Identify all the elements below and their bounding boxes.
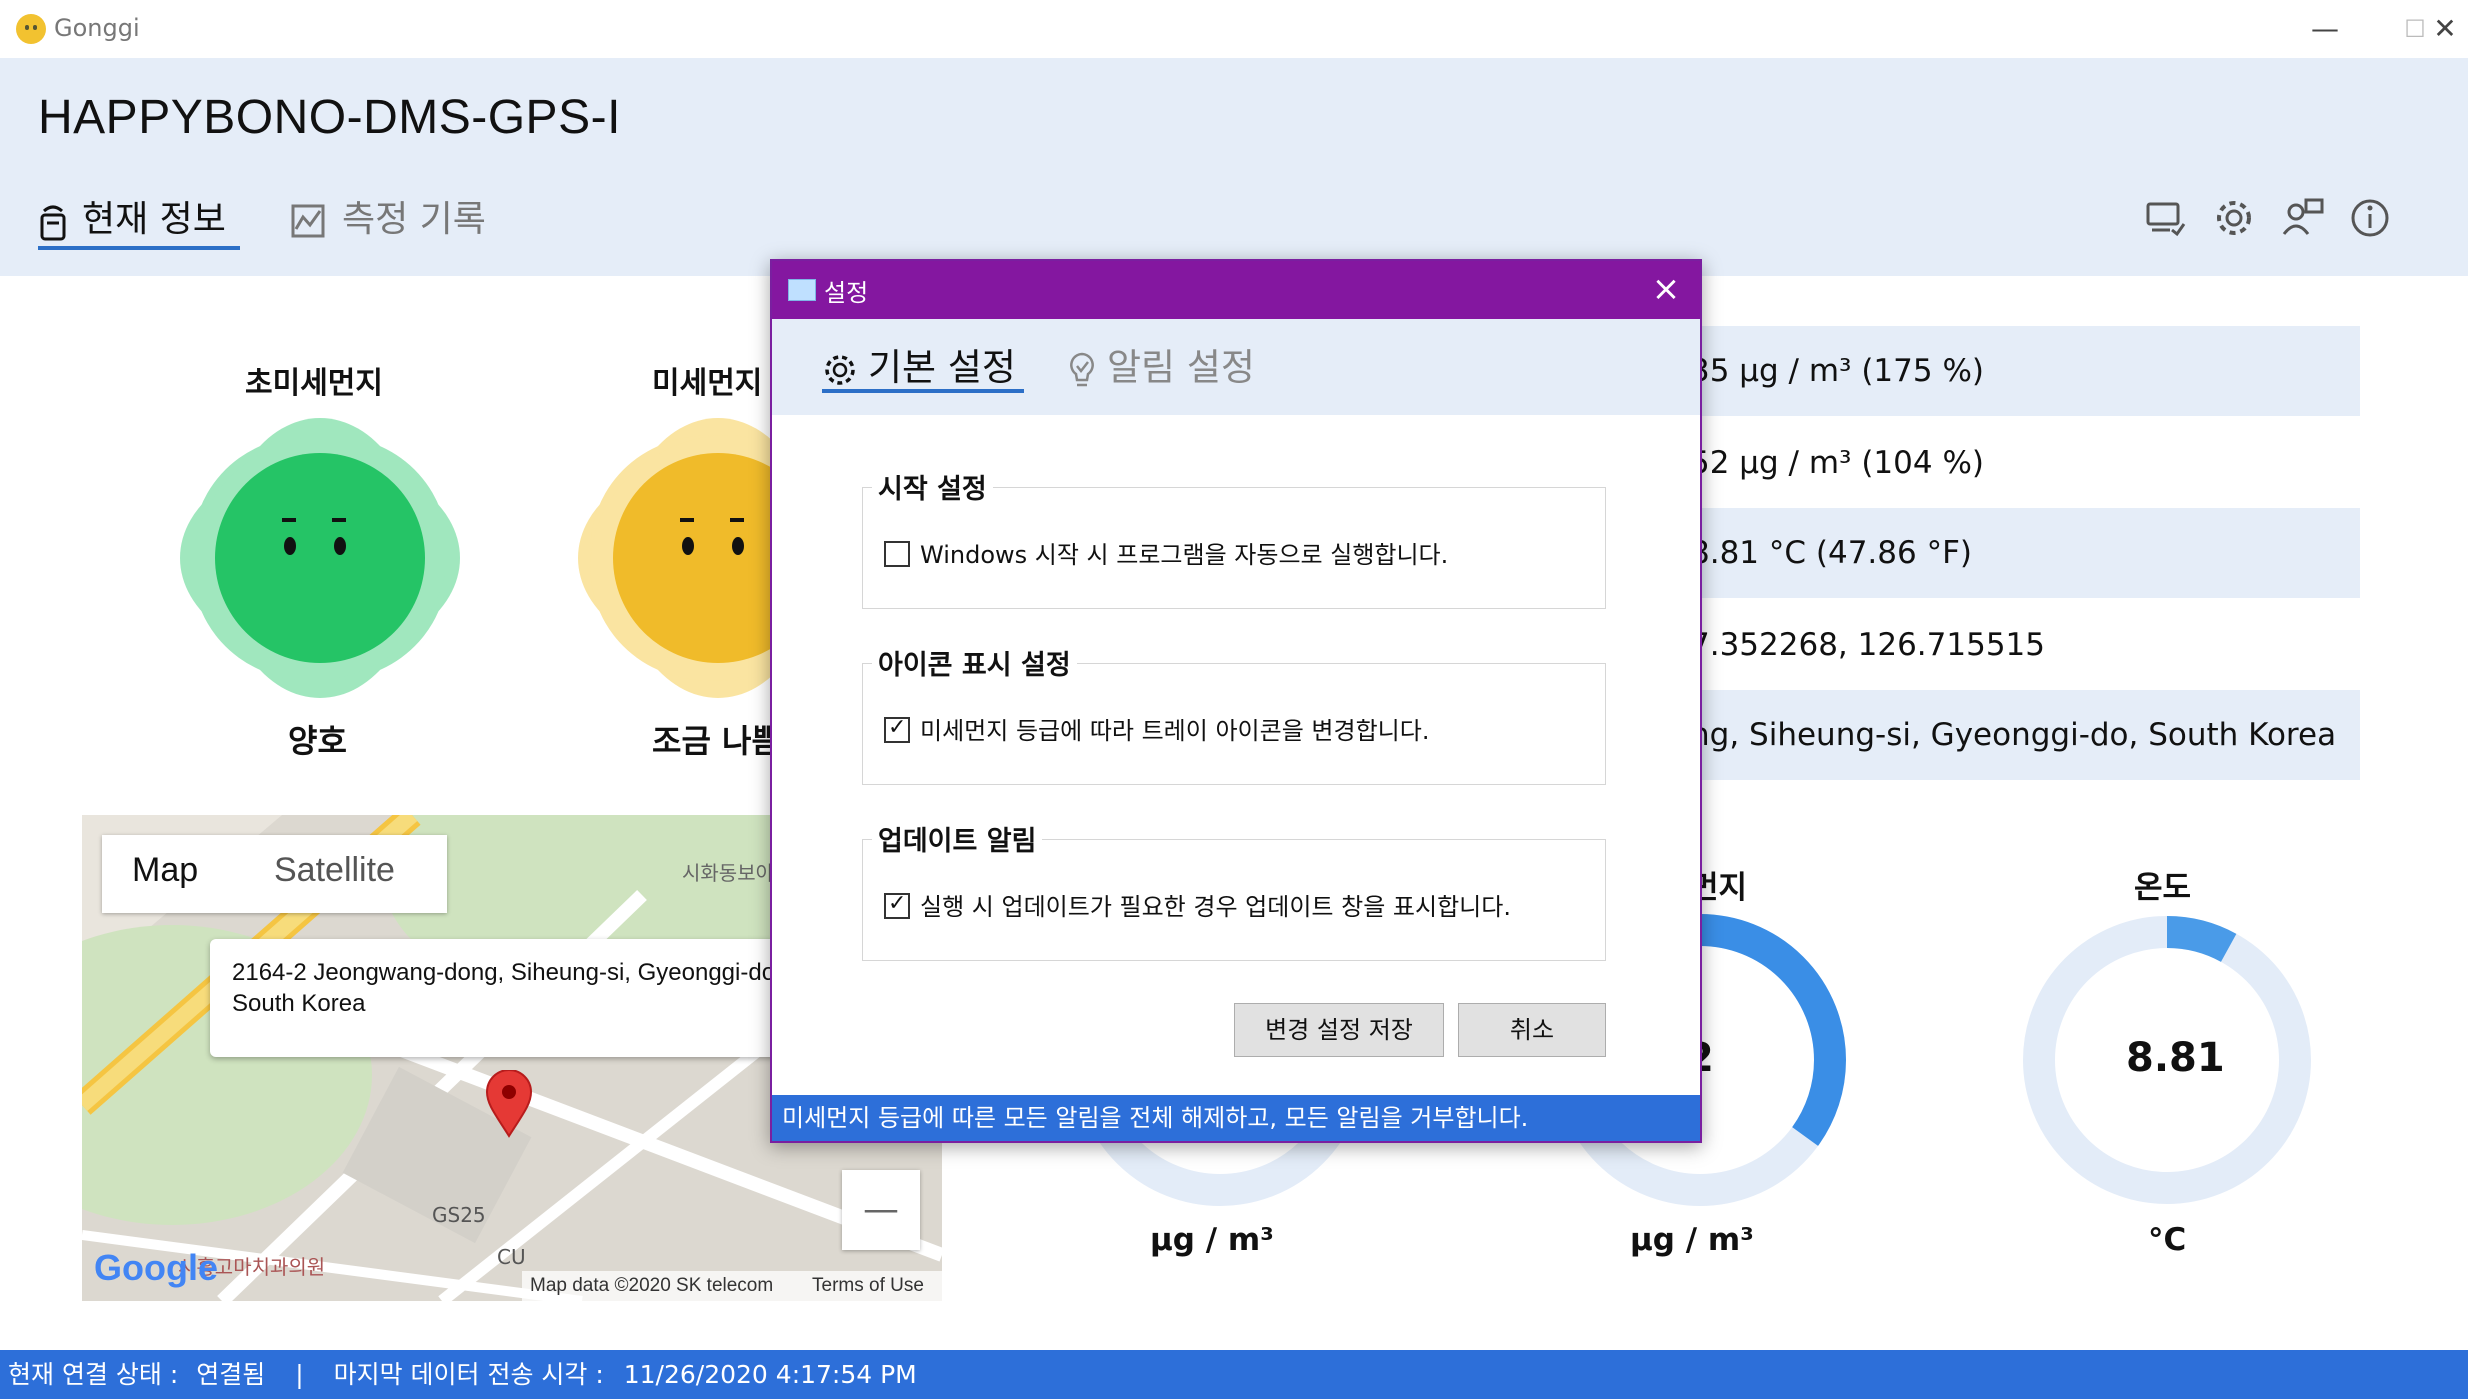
tab-underline <box>38 246 240 250</box>
dialog-tabs: 기본 설정 알림 설정 <box>772 319 1700 415</box>
map-terms-link[interactable]: Terms of Use <box>812 1275 924 1297</box>
settings-window-icon <box>788 279 816 301</box>
gauge-label-pm10: 미세먼지 <box>652 366 763 401</box>
info-pm25-value: 35 µg / m³ (175 %) <box>1690 353 1985 389</box>
checkbox-update-alert-box[interactable] <box>884 891 910 919</box>
close-button[interactable]: ✕ <box>2400 0 2468 58</box>
info-row-pm10: 52 µg / m³ (104 %) <box>1690 418 2360 508</box>
last-sent-value: 11/26/2020 4:17:54 PM <box>623 1360 917 1389</box>
donut-value-temperature: 8.81 <box>2126 1035 2225 1081</box>
map-type-satellite-button[interactable]: Satellite <box>274 851 395 890</box>
tab-alarm-settings-label: 알림 설정 <box>1107 346 1255 389</box>
tab-current-info[interactable]: 현재 정보 <box>38 196 226 244</box>
display-icon[interactable] <box>2144 196 2188 240</box>
dialog-titlebar[interactable]: 설정 × <box>772 261 1700 319</box>
checkbox-autostart-box[interactable] <box>884 541 910 567</box>
dialog-close-button[interactable]: × <box>1642 267 1690 315</box>
checkbox-tray-icon-box[interactable] <box>884 715 910 743</box>
settings-dialog: 설정 × 기본 설정 알림 설정 시작 설정 Windows 시작 시 프로그램… <box>770 259 1702 1143</box>
info-row-address: ng, Siheung-si, Gyeonggi-do, South Korea <box>1690 690 2360 780</box>
dialog-title: 설정 <box>824 279 869 307</box>
checkbox-tray-icon[interactable]: 미세먼지 등급에 따라 트레이 아이콘을 변경합니다. <box>884 711 1429 746</box>
tab-history[interactable]: 측정 기록 <box>290 196 486 244</box>
gauge-status-pm10: 조금 나쁨 <box>652 722 781 760</box>
chart-icon <box>291 204 325 238</box>
dialog-tab-underline <box>822 389 1024 393</box>
info-icon[interactable] <box>2348 196 2392 240</box>
donut-unit-pm10: µg / m³ <box>1630 1222 1754 1258</box>
info-coordinates-value: 7.352268, 126.715515 <box>1690 627 2045 663</box>
info-row-pm25: 35 µg / m³ (175 %) <box>1690 326 2360 416</box>
map-zoom-out-button[interactable]: — <box>842 1170 920 1250</box>
status-separator: | <box>295 1360 304 1389</box>
app-title: Gonggi <box>54 14 140 42</box>
checkbox-update-alert[interactable]: 실행 시 업데이트가 필요한 경우 업데이트 창을 표시합니다. <box>884 887 1511 922</box>
checkbox-update-alert-label: 실행 시 업데이트가 필요한 경우 업데이트 창을 표시합니다. <box>920 893 1511 921</box>
connection-status-value: 연결됨 <box>196 1360 266 1389</box>
group-startup-title: 시작 설정 <box>872 467 993 506</box>
device-icon <box>40 205 66 241</box>
location-pin-icon[interactable] <box>485 1070 533 1138</box>
tab-current-info-label: 현재 정보 <box>82 199 226 240</box>
feedback-icon[interactable] <box>2280 196 2324 240</box>
face-gauge-pm25 <box>180 418 460 698</box>
last-sent-label: 마지막 데이터 전송 시각 : <box>333 1360 604 1389</box>
donut-unit-pm25: µg / m³ <box>1150 1222 1274 1258</box>
app-logo-icon <box>16 14 46 44</box>
map-label-gs25: GS25 <box>432 1203 486 1227</box>
tab-basic-settings[interactable]: 기본 설정 <box>822 337 1016 391</box>
device-title: HAPPYBONO-DMS-GPS-I <box>38 91 621 144</box>
map-attribution: Map data ©2020 SK telecom <box>530 1275 774 1296</box>
window-titlebar[interactable] <box>0 0 2468 59</box>
info-pm10-value: 52 µg / m³ (104 %) <box>1690 445 1985 481</box>
minimize-button[interactable]: — <box>2280 0 2370 58</box>
gauge-status-pm25: 양호 <box>288 722 347 760</box>
gear-icon[interactable] <box>2212 196 2256 240</box>
info-row-coordinates: 7.352268, 126.715515 <box>1690 600 2360 690</box>
gear-icon <box>825 354 855 385</box>
donut-unit-temperature: °C <box>2148 1222 2187 1258</box>
checkbox-autostart[interactable]: Windows 시작 시 프로그램을 자동으로 실행합니다. <box>884 535 1448 570</box>
tab-alarm-settings[interactable]: 알림 설정 <box>1067 337 1255 391</box>
status-bar: 현재 연결 상태 : 연결됨 | 마지막 데이터 전송 시각 : 11/26/2… <box>0 1350 2468 1399</box>
info-address-value: ng, Siheung-si, Gyeonggi-do, South Korea <box>1690 717 2337 753</box>
save-settings-button[interactable]: 변경 설정 저장 <box>1234 1003 1444 1057</box>
cancel-button[interactable]: 취소 <box>1458 1003 1606 1057</box>
info-temperature-value: 8.81 °C (47.86 °F) <box>1690 535 1972 571</box>
info-row-temperature: 8.81 °C (47.86 °F) <box>1690 508 2360 598</box>
dialog-status-bar: 미세먼지 등급에 따른 모든 알림을 전체 해제하고, 모든 알림을 거부합니다… <box>772 1095 1700 1141</box>
map-popup-address: 2164-2 Jeongwang-dong, Siheung-si, Gyeon… <box>232 959 782 1017</box>
gauge-label-pm25: 초미세먼지 <box>245 366 383 401</box>
checkbox-autostart-label: Windows 시작 시 프로그램을 자동으로 실행합니다. <box>920 541 1449 569</box>
tab-history-label: 측정 기록 <box>342 199 486 240</box>
tab-basic-settings-label: 기본 설정 <box>868 346 1016 389</box>
group-icon-display-title: 아이콘 표시 설정 <box>872 643 1077 682</box>
google-logo: Google <box>94 1247 218 1288</box>
dialog-status-text: 미세먼지 등급에 따른 모든 알림을 전체 해제하고, 모든 알림을 거부합니다… <box>782 1104 1529 1132</box>
donut-label-temperature: 온도 <box>2134 870 2192 906</box>
map-label-cu: CU <box>497 1245 526 1269</box>
connection-status-label: 현재 연결 상태 : <box>8 1360 179 1389</box>
group-update-alert-title: 업데이트 알림 <box>872 819 1043 858</box>
lightbulb-icon <box>1070 352 1094 386</box>
map-type-map-button[interactable]: Map <box>132 851 198 890</box>
checkbox-tray-icon-label: 미세먼지 등급에 따라 트레이 아이콘을 변경합니다. <box>920 717 1430 745</box>
